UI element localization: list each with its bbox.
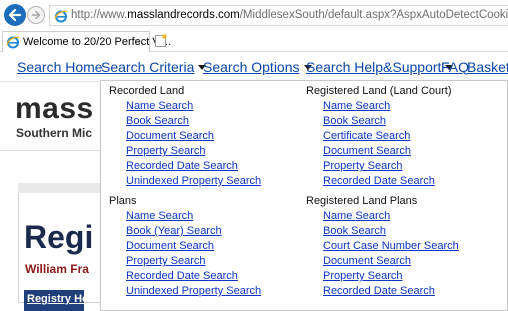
nav-search-criteria[interactable]: Search Criteria bbox=[101, 59, 207, 75]
search-criteria-menu: Recorded Land Name Search Book Search Do… bbox=[100, 80, 508, 311]
menu-item-name-search[interactable]: Name Search bbox=[323, 99, 452, 114]
menu-item-book-year-search[interactable]: Book (Year) Search bbox=[126, 224, 261, 239]
nav-search-home[interactable]: Search Home bbox=[17, 59, 103, 75]
menu-item-document-search[interactable]: Document Search bbox=[126, 129, 261, 144]
address-bar-row: http://www.masslandrecords.com/Middlesex… bbox=[0, 0, 508, 30]
nav-search-help[interactable]: Search Help&Support bbox=[306, 59, 454, 75]
menu-item-property-search[interactable]: Property Search bbox=[323, 269, 459, 284]
forward-arrow-icon bbox=[31, 10, 41, 20]
ie-logo-icon bbox=[54, 10, 68, 23]
nav-search-options-label: Search Options bbox=[203, 59, 300, 75]
menu-item-recorded-date-search[interactable]: Recorded Date Search bbox=[323, 174, 452, 189]
back-arrow-icon bbox=[8, 8, 22, 22]
menu-item-name-search[interactable]: Name Search bbox=[126, 209, 261, 224]
nav-faq[interactable]: FAQ bbox=[441, 59, 469, 75]
url-text: http://www.masslandrecords.com/Middlesex… bbox=[71, 9, 508, 21]
tab-strip: Welcome to 20/20 Perfect Vi... × bbox=[0, 30, 508, 52]
group-plans: Plans Name Search Book (Year) Search Doc… bbox=[109, 193, 261, 299]
group-title: Plans bbox=[109, 195, 137, 207]
group-title: Registered Land Plans bbox=[306, 195, 418, 207]
tab-title: Welcome to 20/20 Perfect Vi... bbox=[23, 36, 172, 48]
back-button[interactable] bbox=[4, 4, 26, 26]
new-tab-icon bbox=[154, 34, 166, 47]
menu-item-recorded-date-search[interactable]: Recorded Date Search bbox=[126, 269, 261, 284]
menu-item-book-search[interactable]: Book Search bbox=[126, 114, 261, 129]
group-title: Recorded Land bbox=[109, 85, 185, 97]
menu-item-unindexed-property-search[interactable]: Unindexed Property Search bbox=[126, 284, 261, 299]
menu-item-property-search[interactable]: Property Search bbox=[126, 254, 261, 269]
menu-item-court-case-number-search[interactable]: Court Case Number Search bbox=[323, 239, 459, 254]
menu-item-recorded-date-search[interactable]: Recorded Date Search bbox=[126, 159, 261, 174]
browser-tab[interactable]: Welcome to 20/20 Perfect Vi... × bbox=[2, 31, 171, 52]
menu-item-document-search[interactable]: Document Search bbox=[126, 239, 261, 254]
nav-basket[interactable]: Basket bbox=[467, 59, 508, 75]
url-domain: masslandrecords.com bbox=[127, 9, 240, 21]
browser-window: http://www.masslandrecords.com/Middlesex… bbox=[0, 0, 508, 311]
nav-search-options[interactable]: Search Options bbox=[203, 59, 312, 75]
menu-item-certificate-search[interactable]: Certificate Search bbox=[323, 129, 452, 144]
menu-item-recorded-date-search[interactable]: Recorded Date Search bbox=[323, 284, 459, 299]
new-tab-button[interactable] bbox=[152, 33, 168, 49]
tab-close-button[interactable]: × bbox=[135, 33, 141, 52]
nav-search-help-label: Search Help&Support bbox=[306, 59, 442, 75]
nav-search-criteria-label: Search Criteria bbox=[101, 59, 195, 75]
register-name: William Fra bbox=[25, 262, 89, 276]
group-title: Registered Land (Land Court) bbox=[306, 85, 452, 97]
menu-item-property-search[interactable]: Property Search bbox=[126, 144, 261, 159]
registry-home-link[interactable]: Registry Home bbox=[27, 293, 105, 305]
registry-heading: Regi bbox=[24, 219, 94, 255]
menu-item-name-search[interactable]: Name Search bbox=[126, 99, 261, 114]
menu-item-book-search[interactable]: Book Search bbox=[323, 224, 459, 239]
group-registered-land: Registered Land (Land Court) Name Search… bbox=[306, 83, 452, 189]
site-logo: mass bbox=[15, 92, 94, 125]
menu-item-unindexed-property-search[interactable]: Unindexed Property Search bbox=[126, 174, 261, 189]
menu-item-property-search[interactable]: Property Search bbox=[323, 159, 452, 174]
menu-item-document-search[interactable]: Document Search bbox=[323, 254, 459, 269]
site-subtitle: Southern Mic bbox=[16, 126, 93, 140]
forward-button[interactable] bbox=[27, 6, 45, 24]
group-recorded-land: Recorded Land Name Search Book Search Do… bbox=[109, 83, 261, 189]
site-navigation: Search Home Search Criteria Search Optio… bbox=[0, 52, 508, 82]
ie-logo-icon bbox=[6, 36, 20, 49]
group-registered-land-plans: Registered Land Plans Name Search Book S… bbox=[306, 193, 459, 299]
menu-item-book-search[interactable]: Book Search bbox=[323, 114, 452, 129]
menu-item-document-search[interactable]: Document Search bbox=[323, 144, 452, 159]
url-input[interactable]: http://www.masslandrecords.com/Middlesex… bbox=[49, 5, 508, 26]
menu-item-name-search[interactable]: Name Search bbox=[323, 209, 459, 224]
